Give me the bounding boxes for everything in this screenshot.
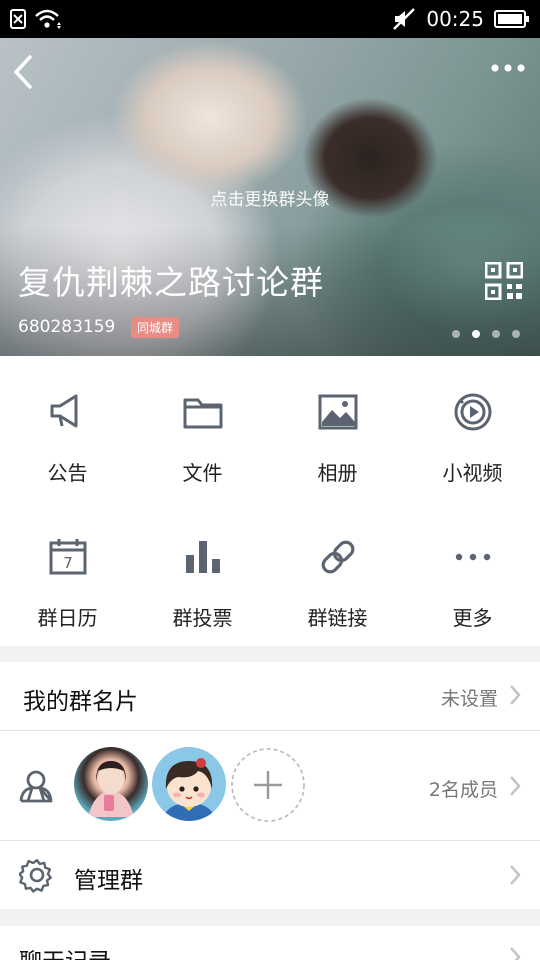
manage-group-row[interactable]: 管理群 <box>0 841 540 909</box>
chevron-right-icon <box>510 776 521 796</box>
vote-icon <box>186 541 220 573</box>
megaphone-icon <box>50 394 78 428</box>
no-sim-icon <box>10 9 26 29</box>
calendar-icon: 7 <box>49 539 87 575</box>
manage-group-label: 管理群 <box>74 868 143 894</box>
chat-history-label: 聊天记录 <box>19 942 111 960</box>
feature-label: 公告 <box>47 461 88 485</box>
more-icon <box>455 553 491 561</box>
feature-link[interactable]: 群链接 <box>270 501 405 646</box>
feature-label: 更多 <box>452 606 493 630</box>
feature-announcement[interactable]: 公告 <box>0 356 135 501</box>
change-avatar-hint[interactable]: 点击更换群头像 <box>0 185 540 210</box>
chevron-right-icon <box>510 947 521 960</box>
feature-calendar[interactable]: 7 群日历 <box>0 501 135 646</box>
add-member-button[interactable] <box>230 747 306 823</box>
back-button[interactable] <box>10 52 38 92</box>
members-row[interactable]: 2名成员 <box>0 731 540 840</box>
feature-label: 群日历 <box>37 606 98 630</box>
chat-history-row[interactable]: 聊天记录 <box>0 926 540 960</box>
feature-label: 相册 <box>317 461 358 485</box>
member-count: 2名成员 <box>428 779 498 801</box>
gear-icon <box>19 859 52 893</box>
folder-icon <box>183 398 223 429</box>
group-info-section: 我的群名片 未设置 2名成员 <box>0 662 540 840</box>
chevron-right-icon <box>510 865 521 885</box>
page-dot-active <box>472 330 480 338</box>
album-icon <box>318 394 358 430</box>
group-id: 680283159 <box>18 317 116 337</box>
page-dot <box>452 330 460 338</box>
qr-code-icon[interactable] <box>485 262 523 300</box>
clock: 00:25 <box>426 7 484 31</box>
wifi-icon <box>35 9 61 29</box>
member-avatar[interactable] <box>152 747 226 821</box>
cover-page-indicator <box>452 330 520 338</box>
more-options-button[interactable] <box>490 60 526 76</box>
member-avatar-photo <box>88 761 134 817</box>
chevron-right-icon <box>510 685 521 705</box>
feature-label: 文件 <box>182 461 223 485</box>
feature-grid: 公告 文件 相册 小视频 7 群日历 群投票 群链接 更多 <box>0 356 540 646</box>
member-avatar[interactable] <box>74 747 148 821</box>
feature-label: 群投票 <box>172 606 233 630</box>
short-video-icon <box>454 393 492 431</box>
link-icon <box>321 540 355 574</box>
status-bar: 00:25 <box>0 0 540 38</box>
feature-label: 群链接 <box>307 606 368 630</box>
my-group-card-label: 我的群名片 <box>23 689 138 715</box>
group-name: 复仇荆棘之路讨论群 <box>18 263 324 302</box>
battery-icon <box>494 10 529 28</box>
city-group-badge: 同城群 <box>131 317 180 338</box>
feature-more[interactable]: 更多 <box>405 501 540 646</box>
my-group-card-row[interactable]: 我的群名片 未设置 <box>0 662 540 730</box>
feature-short-video[interactable]: 小视频 <box>405 356 540 501</box>
feature-vote[interactable]: 群投票 <box>135 501 270 646</box>
my-group-card-value: 未设置 <box>440 688 498 710</box>
members-icon <box>19 770 53 803</box>
feature-album[interactable]: 相册 <box>270 356 405 501</box>
calendar-day: 7 <box>63 554 73 572</box>
member-avatar-cartoon <box>162 758 216 821</box>
mute-icon <box>393 8 416 30</box>
feature-label: 小视频 <box>442 461 503 485</box>
feature-files[interactable]: 文件 <box>135 356 270 501</box>
page-dot <box>512 330 520 338</box>
page-dot <box>492 330 500 338</box>
